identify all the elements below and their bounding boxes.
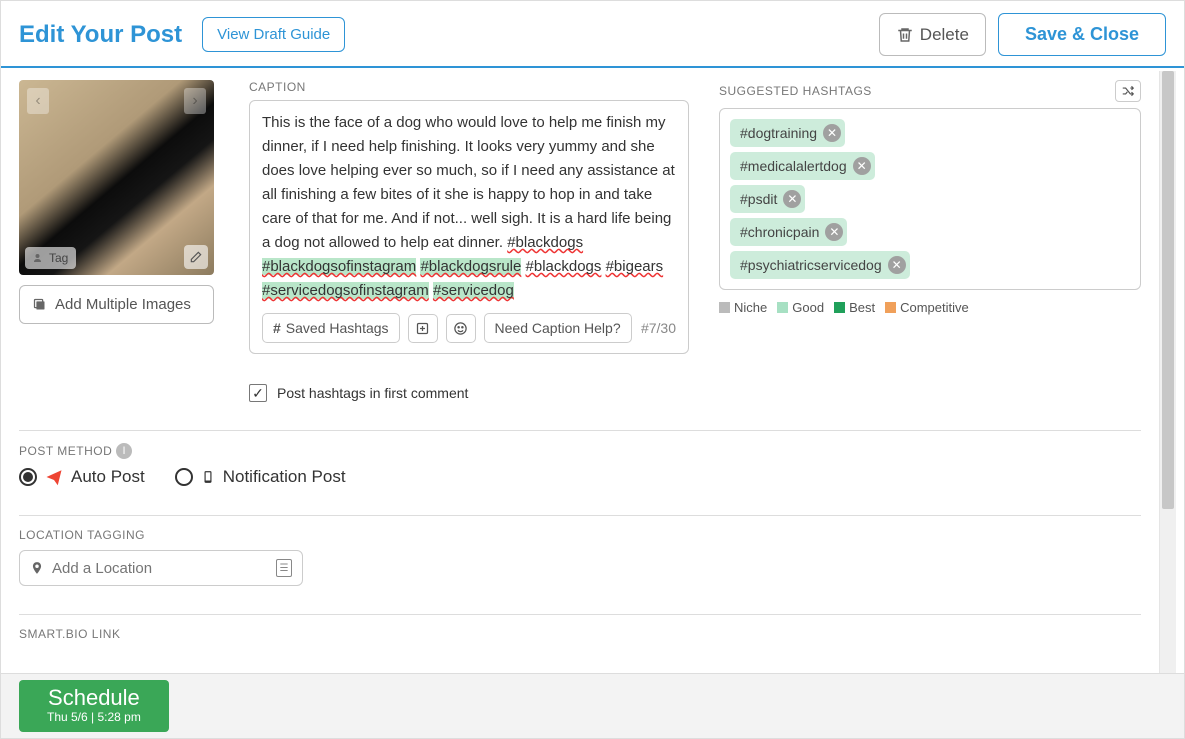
save-close-button[interactable]: Save & Close xyxy=(998,13,1166,56)
legend-good: Good xyxy=(777,300,824,315)
location-input-wrap[interactable]: ☰ xyxy=(19,550,303,586)
first-comment-label: Post hashtags in first comment xyxy=(277,385,468,401)
caption-help-button[interactable]: Need Caption Help? xyxy=(484,313,632,343)
divider xyxy=(19,430,1141,431)
radio-icon xyxy=(175,468,193,486)
edit-image-button[interactable] xyxy=(184,245,208,269)
trash-icon xyxy=(896,26,914,44)
pin-icon xyxy=(30,560,44,576)
edit-post-window: Edit Your Post View Draft Guide Delete S… xyxy=(0,0,1185,739)
chip-text: #chronicpain xyxy=(740,224,819,240)
add-images-label: Add Multiple Images xyxy=(55,296,191,313)
tag-label: Tag xyxy=(49,251,68,265)
remove-chip-icon[interactable]: ✕ xyxy=(823,124,841,142)
view-draft-guide-button[interactable]: View Draft Guide xyxy=(202,17,345,52)
header: Edit Your Post View Draft Guide Delete S… xyxy=(1,1,1184,68)
top-row: ‹ › Tag xyxy=(19,80,1141,354)
legend-competitive: Competitive xyxy=(885,300,969,315)
schedule-label: Schedule xyxy=(47,686,141,710)
notification-post-label: Notification Post xyxy=(223,467,346,487)
chip-text: #medicalalertdog xyxy=(740,158,847,174)
location-label: LOCATION TAGGING xyxy=(19,528,1141,542)
hashtag-legend: Niche Good Best Competitive xyxy=(719,300,1141,315)
hashtag-chip[interactable]: #psdit ✕ xyxy=(730,185,805,213)
legend-best: Best xyxy=(834,300,875,315)
caption-toolbar: # Saved Hashtags Need Caption Help? #7/3… xyxy=(262,313,676,343)
caption-textarea[interactable]: This is the face of a dog who would love… xyxy=(262,111,676,303)
chip-text: #dogtraining xyxy=(740,125,817,141)
smartbio-label: SMART.BIO LINK xyxy=(19,627,1141,641)
caption-hashtag: #bigears xyxy=(606,258,664,275)
caption-hashtag: #blackdogsofinstagram xyxy=(262,258,416,275)
image-column: ‹ › Tag xyxy=(19,80,219,324)
content: ‹ › Tag xyxy=(1,68,1159,738)
prev-image-button[interactable]: ‹ xyxy=(27,88,49,114)
tag-people-button[interactable]: Tag xyxy=(25,247,76,269)
hashtag-chip[interactable]: #dogtraining ✕ xyxy=(730,119,845,147)
contacts-icon[interactable]: ☰ xyxy=(276,559,292,577)
remove-chip-icon[interactable]: ✕ xyxy=(783,190,801,208)
suggested-hashtags-box: #dogtraining✕ #medicalalertdog✕ #psdit✕ … xyxy=(719,108,1141,290)
caption-column: CAPTION This is the face of a dog who wo… xyxy=(249,80,689,354)
insert-hashtag-button[interactable] xyxy=(408,314,438,343)
caption-body: This is the face of a dog who would love… xyxy=(262,114,675,251)
chip-list: #dogtraining✕ #medicalalertdog✕ #psdit✕ … xyxy=(730,119,1130,279)
hashtag-counter: #7/30 xyxy=(641,320,676,336)
saved-hashtags-label: Saved Hashtags xyxy=(286,320,389,336)
notification-post-option[interactable]: Notification Post xyxy=(175,467,346,487)
hashtag-chip[interactable]: #psychiatricservicedog ✕ xyxy=(730,251,910,279)
caption-hashtag: #blackdogs xyxy=(526,258,602,275)
suggested-label: SUGGESTED HASHTAGS xyxy=(719,84,872,98)
hashtag-chip[interactable]: #chronicpain ✕ xyxy=(730,218,847,246)
radio-icon xyxy=(19,468,37,486)
emoji-button[interactable] xyxy=(446,314,476,343)
next-image-button[interactable]: › xyxy=(184,88,206,114)
hashtag-icon: # xyxy=(273,320,281,336)
first-comment-row: ✓ Post hashtags in first comment xyxy=(249,384,1141,402)
delete-label: Delete xyxy=(920,25,969,45)
post-method-text: POST METHOD xyxy=(19,444,112,458)
remove-chip-icon[interactable]: ✕ xyxy=(888,256,906,274)
delete-button[interactable]: Delete xyxy=(879,13,986,56)
chip-text: #psdit xyxy=(740,191,777,207)
shuffle-icon xyxy=(1121,84,1135,98)
post-image[interactable]: ‹ › Tag xyxy=(19,80,214,275)
caption-box: This is the face of a dog who would love… xyxy=(249,100,689,354)
caption-hashtag: #servicedog xyxy=(433,282,514,299)
auto-post-label: Auto Post xyxy=(71,467,145,487)
location-input[interactable] xyxy=(52,560,268,577)
paper-plane-icon xyxy=(45,468,63,486)
caption-hashtag: #blackdogsrule xyxy=(420,258,521,275)
post-method-options: Auto Post Notification Post xyxy=(19,467,1141,487)
divider xyxy=(19,515,1141,516)
remove-chip-icon[interactable]: ✕ xyxy=(853,157,871,175)
hashtag-chip[interactable]: #medicalalertdog ✕ xyxy=(730,152,875,180)
schedule-time: Thu 5/6 | 5:28 pm xyxy=(47,710,141,724)
first-comment-checkbox[interactable]: ✓ xyxy=(249,384,267,402)
user-tag-icon xyxy=(33,252,45,264)
copy-icon xyxy=(32,297,47,312)
suggested-hashtags-column: SUGGESTED HASHTAGS #dogtraining ✕ #medica… xyxy=(719,80,1141,315)
remove-chip-icon[interactable]: ✕ xyxy=(825,223,843,241)
shuffle-hashtags-button[interactable] xyxy=(1115,80,1141,102)
add-multiple-images-button[interactable]: Add Multiple Images xyxy=(19,285,214,324)
chip-text: #psychiatricservicedog xyxy=(740,257,882,273)
caption-label: CAPTION xyxy=(249,80,689,94)
header-actions: Delete Save & Close xyxy=(879,13,1166,56)
phone-icon xyxy=(201,468,215,486)
saved-hashtags-button[interactable]: # Saved Hashtags xyxy=(262,313,400,343)
info-icon[interactable]: i xyxy=(116,443,132,459)
divider xyxy=(19,614,1141,615)
schedule-button[interactable]: Schedule Thu 5/6 | 5:28 pm xyxy=(19,680,169,732)
post-method-label: POST METHOD i xyxy=(19,443,1141,459)
legend-niche: Niche xyxy=(719,300,767,315)
scrollbar[interactable] xyxy=(1159,71,1176,735)
scrollbar-thumb[interactable] xyxy=(1162,71,1174,509)
auto-post-option[interactable]: Auto Post xyxy=(19,467,145,487)
footer: Schedule Thu 5/6 | 5:28 pm xyxy=(1,673,1184,738)
caption-hashtag: #blackdogs xyxy=(507,234,583,251)
scroll-area: ‹ › Tag xyxy=(1,68,1184,738)
caption-hashtag: #servicedogsofinstagram xyxy=(262,282,429,299)
page-title: Edit Your Post xyxy=(19,21,182,49)
